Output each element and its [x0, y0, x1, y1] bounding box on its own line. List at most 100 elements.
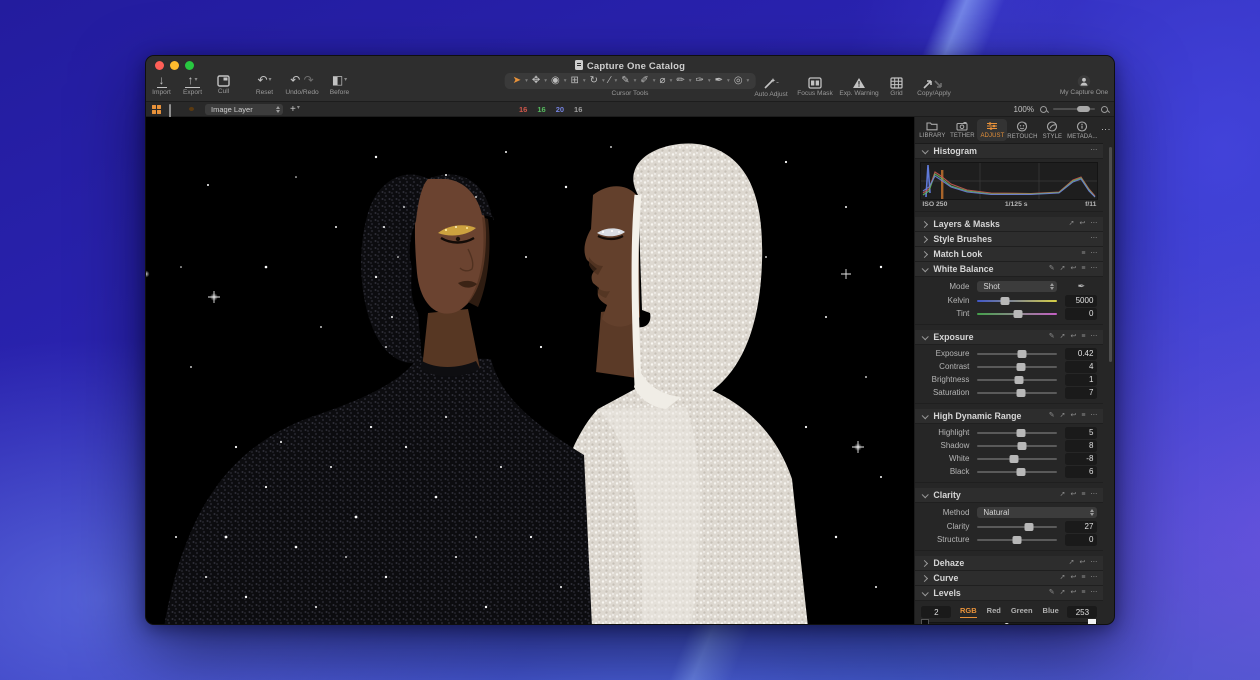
channel-red[interactable]: Red [987, 606, 1001, 618]
edit-icon[interactable]: ✎ [1049, 589, 1055, 597]
panel-header-exposure[interactable]: Exposure ✎➚↩≡⋯ [915, 330, 1103, 345]
kelvin-slider[interactable] [977, 300, 1057, 302]
slider-handle[interactable] [1016, 389, 1025, 397]
tint-slider[interactable] [977, 313, 1057, 315]
slider-handle[interactable] [1016, 429, 1025, 437]
exposure-warning-button[interactable]: Exp. Warning [837, 75, 881, 97]
more-icon[interactable]: ⋯ [1090, 589, 1097, 597]
panel-header-match-look[interactable]: Match Look ≡⋯ [915, 247, 1103, 262]
panel-overflow-menu[interactable]: ⋮ [1101, 125, 1111, 135]
wb-eyedropper-icon[interactable]: ✒ [1065, 281, 1097, 292]
rotate-tool-icon[interactable]: ↻ [588, 74, 600, 88]
spot-removal-tool-icon[interactable]: ✎ [619, 74, 631, 88]
white-value[interactable]: -8 [1065, 453, 1097, 465]
zoom-in-icon[interactable] [1101, 106, 1108, 113]
my-capture-one-button[interactable]: My Capture One [1062, 73, 1106, 96]
heal-tool-icon[interactable]: ✐ [638, 74, 650, 88]
panel-header-dehaze[interactable]: Dehaze ➚↩⋯ [915, 556, 1103, 571]
grid-button[interactable]: Grid [881, 75, 912, 97]
clarity-slider[interactable] [977, 526, 1057, 528]
more-icon[interactable]: ⋯ [1090, 559, 1097, 567]
presets-icon[interactable]: ≡ [1081, 412, 1085, 420]
copy-icon[interactable]: ➚ [1069, 220, 1075, 228]
presets-icon[interactable]: ≡ [1081, 250, 1085, 258]
copy-icon[interactable]: ➚ [1060, 412, 1066, 420]
exposure-value[interactable]: 0.42 [1065, 348, 1097, 360]
focus-mask-button[interactable]: Focus Mask [793, 75, 837, 97]
black-slider[interactable] [977, 471, 1057, 473]
titlebar[interactable]: Capture One Catalog [146, 56, 1114, 71]
loupe-tool-icon[interactable]: ◉ [549, 74, 562, 88]
levels-white-point-handle[interactable] [1088, 619, 1096, 625]
slider-handle[interactable] [1015, 376, 1024, 384]
panel-header-white-balance[interactable]: White Balance ✎➚↩≡⋯ [915, 262, 1103, 277]
more-icon[interactable]: ⋯ [1090, 220, 1097, 228]
reset-icon[interactable]: ↩ [1070, 491, 1076, 499]
levels-graph[interactable] [921, 622, 1097, 625]
before-button[interactable]: ◧▾ Before [324, 73, 355, 96]
edit-icon[interactable]: ✎ [1049, 412, 1055, 420]
reset-icon[interactable]: ↩ [1070, 574, 1076, 582]
contrast-value[interactable]: 4 [1065, 361, 1097, 373]
clarity-method-select[interactable]: Natural [977, 507, 1097, 518]
zoom-slider[interactable] [1053, 108, 1095, 111]
kelvin-slider-handle[interactable] [1000, 297, 1009, 305]
more-icon[interactable]: ⋯ [1090, 235, 1097, 243]
select-tool-icon[interactable]: ➤ [511, 74, 523, 88]
tab-metadata[interactable]: METADA... [1067, 117, 1097, 143]
saturation-value[interactable]: 7 [1065, 387, 1097, 399]
more-icon[interactable]: ⋯ [1090, 147, 1097, 155]
panel-header-levels[interactable]: Levels ✎➚↩≡⋯ [915, 586, 1103, 601]
reset-icon[interactable]: ↩ [1070, 412, 1076, 420]
presets-icon[interactable]: ≡ [1081, 265, 1085, 273]
clarity-value[interactable]: 27 [1065, 521, 1097, 533]
reset-button[interactable]: ↶▾ Reset [249, 73, 280, 96]
annotate-tool-icon[interactable]: ✒ [713, 74, 725, 88]
proof-view-icon[interactable] [186, 105, 197, 114]
image-viewer[interactable] [146, 117, 914, 625]
black-value[interactable]: 6 [1065, 466, 1097, 478]
highlight-slider[interactable] [977, 432, 1057, 434]
reset-icon[interactable]: ↩ [1080, 559, 1086, 567]
copy-icon[interactable]: ➚ [1069, 559, 1075, 567]
panel-header-style-brushes[interactable]: Style Brushes ⋯ [915, 232, 1103, 247]
presets-icon[interactable]: ≡ [1081, 589, 1085, 597]
presets-icon[interactable]: ≡ [1081, 574, 1085, 582]
levels-shadow-input[interactable]: 2 [921, 606, 951, 618]
tint-value[interactable]: 0 [1065, 308, 1097, 320]
exposure-slider[interactable] [977, 353, 1057, 355]
channel-rgb[interactable]: RGB [960, 606, 977, 618]
tint-slider-handle[interactable] [1014, 310, 1023, 318]
reset-icon[interactable]: ↩ [1080, 220, 1086, 228]
reset-icon[interactable]: ↩ [1070, 333, 1076, 341]
viewer-toggle-icon[interactable] [169, 105, 180, 114]
shadow-slider[interactable] [977, 445, 1057, 447]
slider-handle[interactable] [1018, 350, 1027, 358]
copy-icon[interactable]: ➚ [1060, 574, 1066, 582]
slider-handle[interactable] [1016, 468, 1025, 476]
cull-button[interactable]: Cull [208, 73, 239, 95]
white-slider[interactable] [977, 458, 1057, 460]
copy-apply-button[interactable]: Copy/Apply [912, 75, 956, 97]
panel-header-curve[interactable]: Curve ➚↩≡⋯ [915, 571, 1103, 586]
slider-handle[interactable] [1013, 536, 1022, 544]
brightness-slider[interactable] [977, 379, 1057, 381]
brightness-value[interactable]: 1 [1065, 374, 1097, 386]
shadow-value[interactable]: 8 [1065, 440, 1097, 452]
zoom-slider-handle[interactable] [1077, 106, 1090, 112]
tab-library[interactable]: LIBRARY [917, 117, 947, 143]
undo-redo-button[interactable]: ↶ ↷ Undo/Redo [280, 73, 324, 96]
reset-icon[interactable]: ↩ [1070, 265, 1076, 273]
tab-tether[interactable]: TETHER [947, 117, 977, 143]
speed-edit-tool-icon[interactable]: ◎ [732, 74, 745, 88]
copy-icon[interactable]: ➚ [1060, 265, 1066, 273]
zoom-out-icon[interactable] [1040, 106, 1047, 113]
panel-header-clarity[interactable]: Clarity ➚↩≡⋯ [915, 488, 1103, 503]
straighten-tool-icon[interactable]: ∕ [607, 74, 613, 88]
slider-handle[interactable] [1018, 442, 1027, 450]
more-icon[interactable]: ⋯ [1090, 491, 1097, 499]
structure-slider[interactable] [977, 539, 1057, 541]
copy-icon[interactable]: ➚ [1060, 589, 1066, 597]
panel-header-layers-masks[interactable]: Layers & Masks ➚↩⋯ [915, 217, 1103, 232]
edit-icon[interactable]: ✎ [1049, 333, 1055, 341]
